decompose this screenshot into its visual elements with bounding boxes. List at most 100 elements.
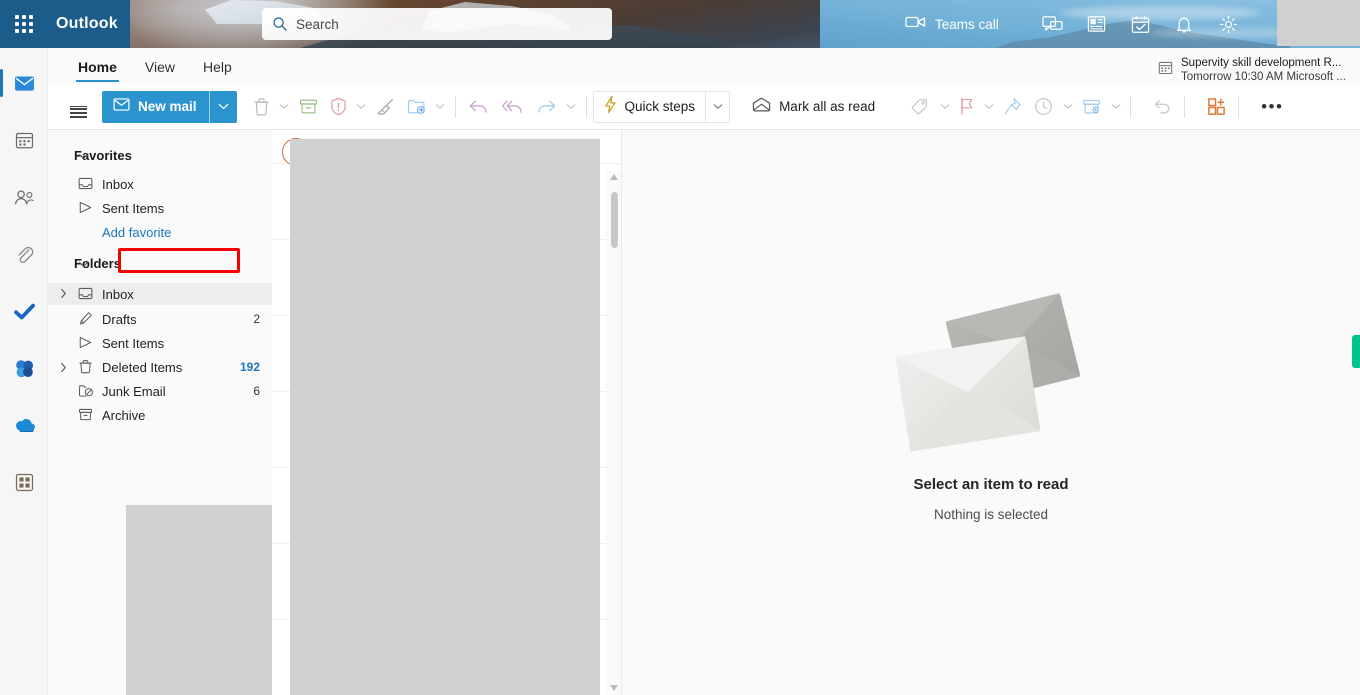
tab-home[interactable]: Home bbox=[64, 60, 131, 82]
favorite-item-sent[interactable]: Sent Items bbox=[48, 198, 272, 218]
chevron-down-icon bbox=[435, 104, 445, 109]
folder-deleted-count: 192 bbox=[239, 360, 260, 374]
inbox-icon bbox=[78, 176, 94, 192]
folder-item-deleted[interactable]: Deleted Items 192 bbox=[48, 357, 272, 377]
move-to-dropdown[interactable] bbox=[432, 91, 449, 123]
top-header-bar: Outlook Search Teams call bbox=[0, 0, 1360, 48]
archive-icon bbox=[299, 99, 317, 114]
teams-call-button[interactable]: Teams call bbox=[905, 0, 999, 48]
report-button[interactable] bbox=[324, 91, 353, 123]
onedrive-cloud-icon bbox=[15, 418, 35, 432]
rules-button[interactable] bbox=[1076, 91, 1107, 123]
favorite-sent-label: Sent Items bbox=[102, 200, 165, 216]
rail-item-loop[interactable] bbox=[0, 345, 48, 391]
app-launcher-button[interactable] bbox=[0, 0, 48, 48]
delete-button[interactable] bbox=[247, 91, 276, 123]
sweep-broom-icon bbox=[377, 98, 393, 115]
more-options-button[interactable]: ••• bbox=[1255, 91, 1289, 123]
delete-dropdown[interactable] bbox=[276, 91, 293, 123]
flag-button[interactable] bbox=[953, 91, 980, 123]
outlook-window: Outlook Search Teams call Home View Help… bbox=[0, 0, 1360, 695]
rail-item-people[interactable] bbox=[0, 174, 48, 220]
envelope-icon bbox=[113, 97, 130, 116]
flag-dropdown[interactable] bbox=[980, 91, 997, 123]
bell-icon[interactable] bbox=[1162, 0, 1206, 48]
rules-dropdown[interactable] bbox=[1107, 91, 1124, 123]
rail-item-mail[interactable] bbox=[0, 60, 48, 106]
folder-item-archive[interactable]: Archive bbox=[48, 405, 272, 425]
quick-steps-button[interactable]: Quick steps bbox=[592, 90, 731, 123]
apps-grid-icon bbox=[15, 473, 33, 491]
rail-item-apps[interactable] bbox=[0, 459, 48, 505]
forward-button[interactable] bbox=[530, 91, 563, 123]
deleted-icon bbox=[78, 359, 94, 375]
reply-all-button[interactable] bbox=[495, 91, 530, 123]
more-ellipsis-icon: ••• bbox=[1261, 97, 1284, 116]
new-mail-button[interactable]: New mail bbox=[102, 90, 237, 123]
folder-inbox-label: Inbox bbox=[102, 286, 134, 302]
folder-item-junk[interactable]: Junk Email 6 bbox=[48, 381, 272, 401]
folder-item-sent[interactable]: Sent Items bbox=[48, 333, 272, 353]
rail-item-calendar[interactable] bbox=[0, 117, 48, 163]
tab-view[interactable]: View bbox=[131, 60, 189, 82]
new-mail-label: New mail bbox=[138, 99, 197, 114]
inbox-icon bbox=[78, 286, 94, 302]
rail-item-files[interactable] bbox=[0, 231, 48, 277]
scroll-down-arrow-icon[interactable] bbox=[610, 685, 618, 691]
new-mail-dropdown[interactable] bbox=[208, 90, 237, 123]
ribbon-tabs: Home View Help bbox=[64, 48, 246, 82]
search-placeholder: Search bbox=[296, 16, 339, 32]
sweep-button[interactable] bbox=[370, 91, 401, 123]
people-icon bbox=[14, 189, 34, 204]
loop-icon bbox=[15, 359, 33, 377]
move-to-button[interactable] bbox=[401, 91, 432, 123]
chevron-right-icon[interactable] bbox=[60, 287, 72, 299]
chat-icon[interactable] bbox=[1030, 0, 1074, 48]
add-favorite-label: Add favorite bbox=[102, 224, 172, 240]
side-indicator[interactable] bbox=[1352, 335, 1360, 368]
search-input[interactable]: Search bbox=[262, 8, 612, 40]
chevron-right-icon[interactable] bbox=[60, 361, 72, 373]
archive-button[interactable] bbox=[293, 91, 324, 123]
chevron-down-icon bbox=[713, 104, 722, 109]
rail-item-onedrive[interactable] bbox=[0, 402, 48, 448]
open-envelope-icon bbox=[752, 97, 771, 117]
snooze-dropdown[interactable] bbox=[1059, 91, 1076, 123]
tag-dropdown[interactable] bbox=[936, 91, 953, 123]
folders-group-header[interactable]: Folders bbox=[48, 250, 272, 276]
message-list-scrollbar[interactable] bbox=[606, 170, 621, 695]
chevron-down-icon bbox=[218, 103, 228, 110]
favorite-item-inbox[interactable]: Inbox bbox=[48, 174, 272, 194]
app-rail bbox=[0, 48, 48, 695]
undo-button[interactable] bbox=[1147, 91, 1178, 123]
calendar-icon bbox=[15, 132, 33, 148]
apps-add-button[interactable] bbox=[1201, 91, 1232, 123]
favorites-group-header[interactable]: Favorites bbox=[48, 142, 272, 168]
reply-button[interactable] bbox=[462, 91, 495, 123]
toolbar-divider bbox=[1184, 95, 1186, 118]
tab-help[interactable]: Help bbox=[189, 60, 246, 82]
redacted-message-list bbox=[290, 139, 600, 695]
folder-item-drafts[interactable]: Drafts 2 bbox=[48, 309, 272, 329]
toggle-folder-pane-button[interactable] bbox=[62, 91, 94, 123]
junk-icon bbox=[78, 383, 94, 399]
tag-button[interactable] bbox=[905, 91, 936, 123]
rail-item-todo[interactable] bbox=[0, 288, 48, 334]
forward-dropdown[interactable] bbox=[563, 91, 580, 123]
news-icon[interactable] bbox=[1074, 0, 1118, 48]
report-dropdown[interactable] bbox=[353, 91, 370, 123]
quick-steps-dropdown[interactable] bbox=[705, 91, 729, 122]
scroll-up-arrow-icon[interactable] bbox=[610, 174, 618, 180]
gear-icon[interactable] bbox=[1206, 0, 1250, 48]
scrollbar-thumb[interactable] bbox=[610, 192, 618, 248]
add-favorite-button[interactable]: Add favorite bbox=[48, 222, 272, 242]
chevron-down-icon bbox=[78, 256, 89, 271]
pin-button[interactable] bbox=[997, 91, 1028, 123]
folder-item-inbox[interactable]: Inbox bbox=[48, 283, 272, 305]
brand-title[interactable]: Outlook bbox=[48, 0, 130, 48]
chevron-down-icon bbox=[984, 104, 993, 109]
snooze-button[interactable] bbox=[1028, 91, 1059, 123]
mark-all-read-button[interactable]: Mark all as read bbox=[744, 91, 883, 123]
forward-icon bbox=[537, 100, 555, 113]
calendar-check-icon[interactable] bbox=[1118, 0, 1162, 48]
